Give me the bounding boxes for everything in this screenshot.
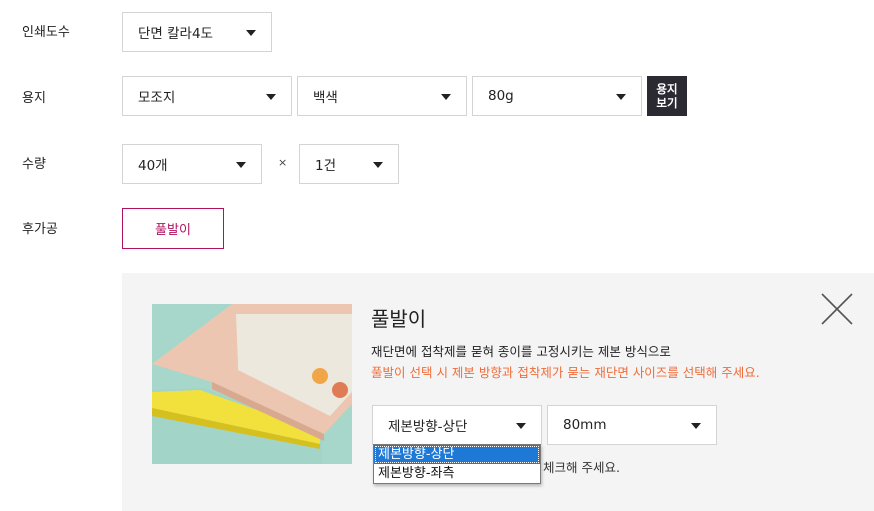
paper-type-value: 모조지 xyxy=(138,90,176,106)
quantity-cases-select[interactable]: 1건 xyxy=(299,144,399,184)
binding-direction-option-left[interactable]: 제본방향-좌측 xyxy=(374,464,540,483)
binding-direction-select[interactable]: 제본방향-상단 xyxy=(372,405,542,445)
panel-note: 체크해 주세요. xyxy=(543,460,620,475)
glue-binding-option-button[interactable]: 풀발이 xyxy=(122,208,224,249)
quantity-cases-value: 1건 xyxy=(315,158,337,174)
print-color-value: 단면 칼라4도 xyxy=(138,26,213,42)
chevron-down-icon xyxy=(516,423,526,429)
binding-direction-value: 제본방향-상단 xyxy=(388,419,468,435)
quantity-label: 수량 xyxy=(22,157,46,172)
panel-warning: 풀발이 선택 시 제본 방향과 접착제가 묻는 재단면 사이즈를 선택해 주세요… xyxy=(371,365,760,380)
paper-view-label-line1: 용지 xyxy=(656,82,678,96)
paper-label: 용지 xyxy=(22,91,46,106)
paper-weight-value: 80g xyxy=(488,88,514,104)
chevron-down-icon xyxy=(691,423,701,429)
chevron-down-icon xyxy=(616,94,626,100)
glue-size-value: 80mm xyxy=(563,417,607,433)
glue-size-select[interactable]: 80mm xyxy=(547,405,717,445)
close-icon[interactable] xyxy=(820,292,854,326)
chevron-down-icon xyxy=(373,162,383,168)
panel-title: 풀발이 xyxy=(371,307,427,331)
chevron-down-icon xyxy=(441,94,451,100)
binding-direction-options: 제본방향-상단 제본방향-좌측 xyxy=(373,444,541,484)
paper-weight-select[interactable]: 80g xyxy=(472,76,642,116)
paper-color-value: 백색 xyxy=(313,90,338,106)
paper-view-label-line2: 보기 xyxy=(656,96,678,110)
paper-type-select[interactable]: 모조지 xyxy=(122,76,292,116)
paper-color-select[interactable]: 백색 xyxy=(297,76,467,116)
print-color-label: 인쇄도수 xyxy=(22,25,70,40)
glue-binding-image xyxy=(152,304,352,464)
quantity-count-value: 40개 xyxy=(138,158,168,174)
print-color-select[interactable]: 단면 칼라4도 xyxy=(122,12,272,52)
chevron-down-icon xyxy=(246,30,256,36)
binding-direction-option-top[interactable]: 제본방향-상단 xyxy=(374,445,540,464)
times-sign: × xyxy=(278,156,288,169)
post-processing-label: 후가공 xyxy=(22,222,58,237)
panel-description: 재단면에 접착제를 묻혀 종이를 고정시키는 제본 방식으로 xyxy=(371,344,671,359)
paper-view-button[interactable]: 용지 보기 xyxy=(647,76,687,116)
chevron-down-icon xyxy=(236,162,246,168)
quantity-count-select[interactable]: 40개 xyxy=(122,144,262,184)
chevron-down-icon xyxy=(266,94,276,100)
